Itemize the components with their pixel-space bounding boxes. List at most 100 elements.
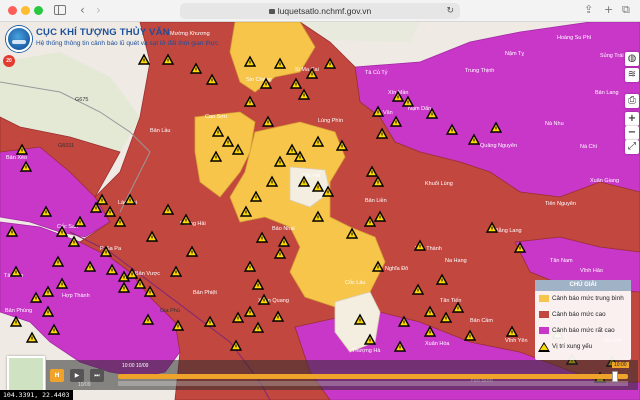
warning-mark [519,246,521,250]
address-bar[interactable]: luquetsatlo.nchmf.gov.vn ↻ [180,3,460,19]
warning-mark [417,288,419,292]
warning-mark [245,210,247,214]
refresh-icon[interactable]: ↻ [446,3,454,19]
layers-icon[interactable]: ≋ [625,68,639,82]
app-window: ‹ › luquetsatlo.nchmf.gov.vn ↻ ⇪ + ⧉ Mườ… [0,0,640,400]
warning-mark [167,208,169,212]
warning-mark [377,265,379,269]
warning-mark [15,270,17,274]
warning-mark [303,180,305,184]
warning-mark [123,286,125,290]
warning-mark [31,336,33,340]
window-minimize-button[interactable] [21,6,30,15]
warning-mark [441,278,443,282]
warning-mark [279,160,281,164]
window-maximize-button[interactable] [34,6,43,15]
map-label: Thượng Hà [352,348,381,354]
warning-mark [451,128,453,132]
map-label: Nà Nhu [545,121,564,127]
next-button[interactable]: ⏭ [90,369,104,382]
warning-mark [379,215,381,219]
warning-mark [147,318,149,322]
warning-mark [211,78,213,82]
map-label: Nà Chì [580,144,598,150]
warning-mark [257,283,259,287]
legend-label: Cảnh báo mức cao [552,311,606,318]
warning-mark [235,344,237,348]
sidebar-toggle-icon[interactable] [54,5,66,15]
zoom-out-button[interactable]: − [625,126,639,140]
map-label: Bản Lầu [150,128,171,134]
timeline-track[interactable] [118,374,628,379]
legend-label: Vị trí xung yếu [552,343,593,350]
back-arrow-icon[interactable]: ‹ [80,3,85,17]
warning-mark [279,62,281,66]
map-label: Na Hang [445,258,467,264]
legend-label: Cảnh báo mức trung bình [552,295,624,302]
warning-mark [15,320,17,324]
warning-mark [351,232,353,236]
forward-arrow-icon[interactable]: › [96,3,101,17]
timeline-ticks [118,381,628,386]
warning-mark [57,260,59,264]
warning-mark [369,338,371,342]
map-label: Cốc Lầu [345,280,366,286]
warning-mark [73,240,75,244]
warning-mark [89,265,91,269]
warning-mark [139,282,141,286]
play-button[interactable]: ▶ [70,369,84,382]
url-text: luquetsatlo.nchmf.gov.vn [277,6,372,16]
site-title: CỤC KHÍ TƯỢNG THỦY VĂN [36,27,170,38]
warning-mark [185,218,187,222]
warning-mark [109,210,111,214]
warning-mark [119,220,121,224]
warning-mark [21,148,23,152]
map-label: Bản Lang [595,90,619,96]
legend-label: Cảnh báo mức rất cao [552,327,615,334]
new-tab-icon[interactable]: + [604,3,613,16]
warning-mark [249,100,251,104]
warning-mark [329,62,331,66]
map-label: Xuân Giang [590,178,619,184]
warning-mark [131,272,133,276]
warning-mark [399,345,401,349]
legend-item-vulnerable: Vị trí xung yếu [535,339,631,355]
map-label: Sủng Trái [600,52,624,59]
warning-mark [249,310,251,314]
share-icon[interactable]: ⇪ [584,3,593,16]
lock-icon [268,9,275,14]
tab-overview-icon[interactable]: ⧉ [622,3,630,17]
warning-mark [257,326,259,330]
map-label: Hợp Thành [62,293,90,299]
alert-count-badge[interactable]: 20 [3,55,15,67]
warning-mark [47,290,49,294]
warning-mark [255,195,257,199]
fullscreen-icon[interactable]: ⤢ [625,140,639,154]
zoom-in-button[interactable]: + [625,112,639,126]
warning-mark [327,190,329,194]
window-close-button[interactable] [8,6,17,15]
warning-mark [359,318,361,322]
site-header: CỤC KHÍ TƯỢNG THỦY VĂN Hệ thống thông ti… [6,24,266,58]
warning-mark [491,226,493,230]
warning-mark [397,95,399,99]
legend-item-very-high: Cảnh báo mức rất cao [535,323,631,339]
history-button[interactable]: H [50,369,64,382]
warning-mark [419,244,421,248]
print-icon[interactable]: ⎙ [625,94,639,108]
warning-mark [47,310,49,314]
warning-mark [261,236,263,240]
map-label: Khuổi Lùng [425,180,453,187]
map-label: Vĩnh Yên [505,338,528,344]
timeline-bar: H ▶ ⏭ 10:00 10/09 10:00 10/09 [46,360,638,390]
warning-mark [25,165,27,169]
globe-icon[interactable]: ◍ [625,52,639,66]
legend-item-high: Cảnh báo mức cao [535,307,631,323]
legend-swatch-high [539,311,549,318]
minimap[interactable] [7,356,45,392]
map-label: Bản Phùng [5,308,32,314]
warning-mark [445,316,447,320]
map-label: Si Ma Cai [295,67,319,73]
warning-mark [151,235,153,239]
warning-mark [283,240,285,244]
